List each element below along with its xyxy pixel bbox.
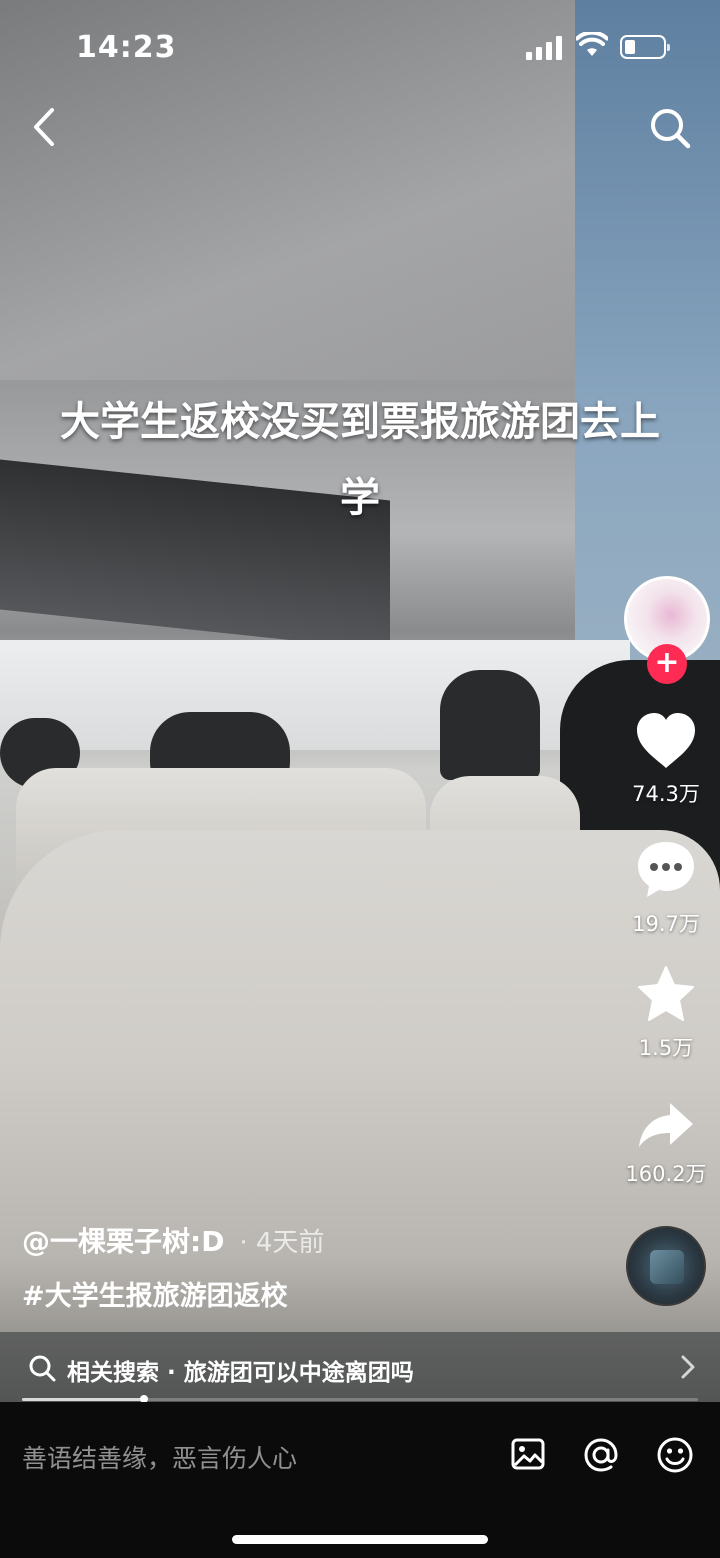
- share-button[interactable]: 160.2万: [620, 1100, 712, 1188]
- video-guide: [440, 670, 540, 780]
- share-icon: [639, 1103, 693, 1147]
- related-search-text: 相关搜索 · 旅游团可以中途离团吗: [67, 1360, 414, 1386]
- music-disc[interactable]: [626, 1226, 706, 1306]
- heart-icon: [637, 713, 695, 768]
- follow-button[interactable]: +: [647, 644, 687, 684]
- status-bar: 14:23: [0, 0, 720, 96]
- author-line: @一棵栗子树:D · 4天前: [22, 1220, 324, 1260]
- search-icon: [29, 1355, 56, 1382]
- post-time: · 4天前: [239, 1228, 325, 1258]
- search-icon[interactable]: [646, 104, 694, 152]
- cellular-signal-icon: [526, 36, 564, 60]
- share-count: 160.2万: [625, 1162, 707, 1186]
- chevron-right-icon: [681, 1355, 695, 1379]
- video-progress-bar[interactable]: [22, 1395, 698, 1403]
- related-search-bar[interactable]: 相关搜索 · 旅游团可以中途离团吗: [0, 1332, 720, 1402]
- at-icon[interactable]: [582, 1436, 620, 1474]
- like-count: 74.3万: [632, 782, 700, 806]
- video-seat-front: [0, 830, 720, 1402]
- home-indicator: [232, 1535, 488, 1544]
- favorite-count: 1.5万: [638, 1036, 694, 1060]
- image-icon[interactable]: [510, 1436, 546, 1472]
- like-button[interactable]: 74.3万: [620, 712, 712, 808]
- plus-icon: +: [654, 645, 680, 680]
- back-icon[interactable]: [26, 104, 66, 150]
- status-time: 14:23: [76, 30, 177, 65]
- comment-bar: [0, 1402, 720, 1558]
- progress-fill: [22, 1398, 144, 1401]
- author-name[interactable]: @一棵栗子树:D: [22, 1225, 224, 1258]
- star-icon: [638, 966, 694, 1021]
- comment-button[interactable]: 19.7万: [620, 838, 712, 938]
- video-player[interactable]: [0, 0, 720, 1402]
- video-overlay-title: 大学生返校没买到票报旅游团去上学: [60, 399, 660, 521]
- battery-icon: [620, 35, 670, 59]
- wifi-icon: [576, 32, 608, 56]
- comment-icon: [638, 842, 694, 897]
- hashtag-link[interactable]: #大学生报旅游团返校: [22, 1274, 288, 1313]
- comment-count: 19.7万: [632, 912, 700, 936]
- comment-input[interactable]: [22, 1438, 482, 1478]
- favorite-button[interactable]: 1.5万: [620, 964, 712, 1062]
- emoji-icon[interactable]: [656, 1436, 694, 1474]
